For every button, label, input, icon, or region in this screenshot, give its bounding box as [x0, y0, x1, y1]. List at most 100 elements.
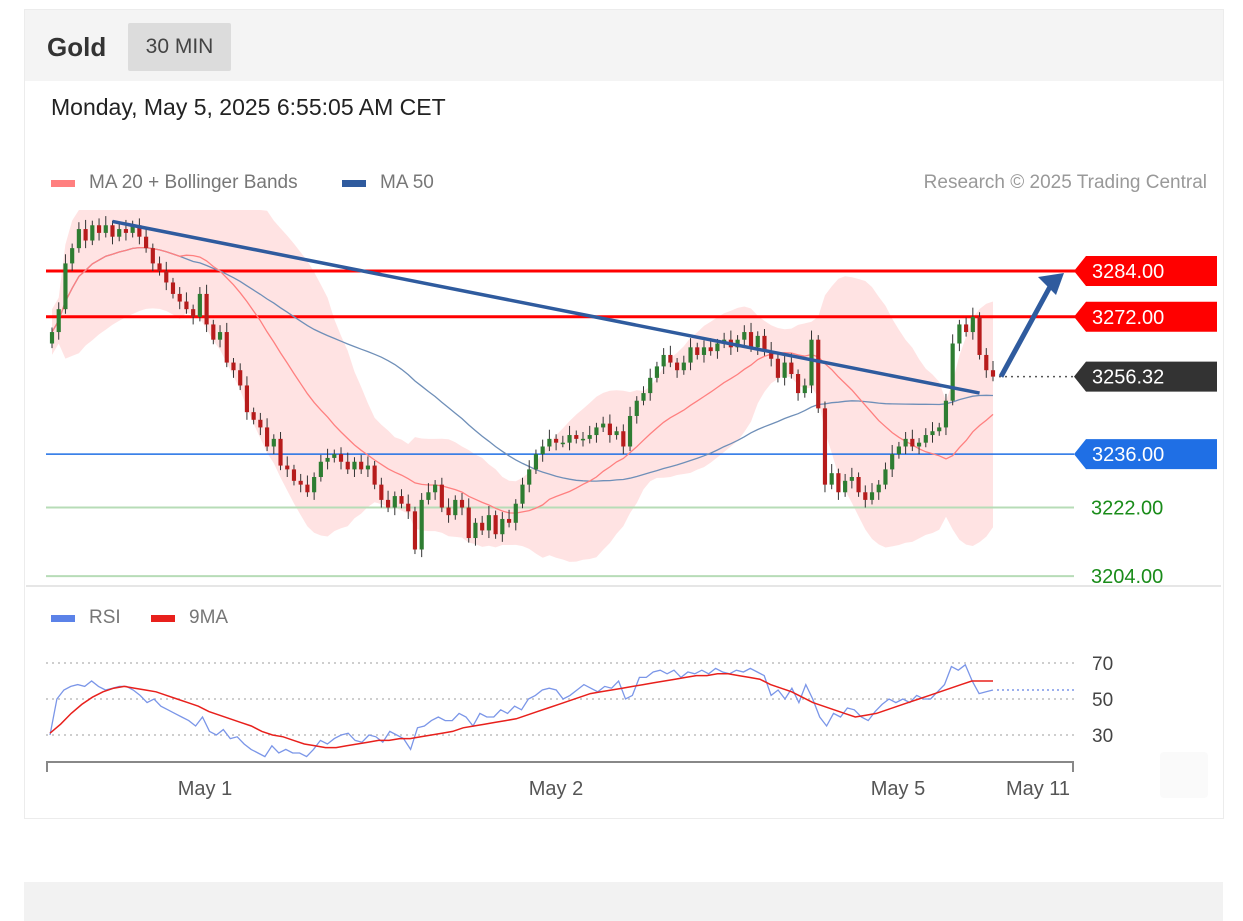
candle [816, 335, 821, 413]
candle-body [325, 457, 330, 462]
candle-body [392, 496, 397, 508]
candle-body [789, 362, 794, 375]
candle-body [943, 400, 949, 428]
candle-body [506, 518, 512, 523]
candle-body [775, 358, 780, 378]
candle-body [742, 332, 747, 340]
candle-body [748, 332, 754, 348]
candle-body [231, 362, 236, 371]
candle-body [923, 435, 928, 443]
candle-body [224, 332, 229, 363]
candle-body [876, 484, 881, 493]
candle-body [211, 324, 216, 340]
candle-body [675, 362, 680, 371]
candle-body [701, 347, 707, 355]
candle-body [291, 469, 297, 481]
candle-body [856, 477, 861, 493]
candle-body [63, 263, 68, 310]
candle-body [217, 332, 223, 340]
forecast-arrow [998, 281, 1055, 378]
candle-body [345, 461, 350, 470]
candle-body [802, 385, 807, 394]
candle-body [486, 515, 491, 531]
candle-body [601, 423, 606, 428]
candle-body [614, 431, 619, 436]
candle [836, 468, 841, 500]
candle-body [641, 393, 646, 401]
candle-body [708, 347, 713, 352]
candle-body [869, 492, 875, 500]
candle-body [433, 484, 438, 493]
candle-body [103, 225, 108, 233]
candle-body [574, 435, 579, 439]
candle-body [439, 484, 444, 508]
candle-body [359, 461, 364, 470]
candle-body [83, 229, 88, 241]
candle-body [930, 431, 935, 436]
candle-body [990, 370, 996, 377]
price-tag-3284-00: 3284.00 [1074, 256, 1217, 287]
candle-body [191, 309, 196, 317]
price-tag-label: 3272.00 [1092, 307, 1164, 329]
candle-body [661, 354, 666, 367]
rsi-level-label-50: 50 [1092, 690, 1113, 711]
candle-body [715, 343, 720, 352]
x-tick-label: May 1 [178, 778, 232, 800]
candle-body [164, 271, 169, 283]
candle-body [520, 484, 525, 504]
candle-body [56, 309, 61, 333]
candle-body [836, 473, 841, 493]
candle-body [607, 423, 612, 436]
candle-body [560, 442, 565, 445]
candle-body [96, 225, 102, 233]
candle-body [910, 438, 915, 447]
candle-body [184, 301, 189, 310]
x-tick-label: May 5 [871, 778, 925, 800]
candle-body [197, 293, 202, 317]
candle-body [473, 522, 478, 539]
candle-body [466, 507, 471, 539]
candle-body [957, 324, 962, 344]
candle-body [627, 415, 633, 447]
candle-body [890, 454, 895, 470]
candle-body [567, 435, 572, 443]
forecast-arrowhead [1038, 273, 1064, 296]
candle-body [500, 518, 505, 535]
candle-body [634, 400, 639, 416]
candle-body [170, 282, 176, 294]
candle-body [829, 473, 834, 485]
price-tag-label: 3256.32 [1092, 367, 1164, 389]
x-tick-label: May 2 [529, 778, 583, 800]
candle-body [916, 442, 922, 447]
level-label-3222-00: 3222.00 [1091, 498, 1163, 520]
price-tag-3272-00: 3272.00 [1074, 301, 1217, 332]
candle-body [365, 465, 370, 470]
candle-body [513, 503, 518, 523]
candle-body [668, 354, 673, 363]
candle-body [654, 366, 660, 378]
candle [977, 312, 982, 360]
candle-body [265, 427, 270, 447]
candle-body [681, 362, 686, 371]
candle-body [480, 522, 485, 531]
candle-body [809, 339, 814, 386]
candle-body [554, 438, 559, 443]
candle-body [238, 370, 243, 386]
candle-body [76, 229, 81, 249]
candle-body [782, 362, 787, 378]
candle-body [950, 343, 955, 401]
candle [957, 319, 962, 352]
candle-body [755, 335, 760, 348]
candle-body [453, 499, 458, 516]
candle-body [527, 469, 532, 485]
candle-body [533, 454, 539, 470]
price-tag-3236-00: 3236.00 [1074, 439, 1217, 470]
price-tag-label: 3284.00 [1092, 261, 1164, 283]
candle-body [251, 412, 256, 420]
candle-body [648, 377, 653, 394]
candle [950, 334, 955, 406]
candle-body [271, 438, 276, 447]
candle-body [49, 332, 55, 344]
candle-body [863, 492, 868, 500]
candle-body [379, 484, 384, 500]
